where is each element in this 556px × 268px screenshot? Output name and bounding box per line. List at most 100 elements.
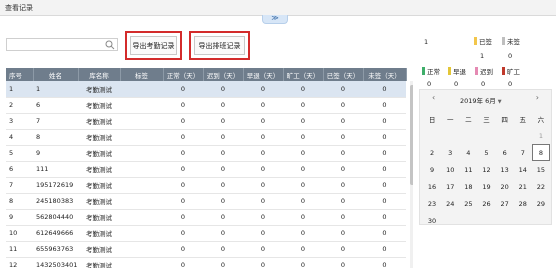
collapse-toggle[interactable]: ≫ bbox=[262, 15, 288, 24]
export-attendance-button-highlight: 导出考勤记录 bbox=[125, 31, 182, 60]
cell-name: 1432503401 bbox=[36, 261, 78, 268]
cell-name: 1 bbox=[36, 84, 41, 93]
attendance-table: 序号 姓名 库名称 标签 正常（天） 迟到（天） 早退（天） 旷工（天） 已签（天） 未签（天） … bbox=[6, 68, 413, 268]
table-row[interactable]: 10 612649666 考勤测试 0 0 0 0 0 0 bbox=[6, 225, 406, 241]
calendar-day[interactable]: 10 bbox=[441, 161, 459, 178]
calendar-day[interactable]: 27 bbox=[496, 195, 514, 212]
search-input[interactable] bbox=[7, 39, 103, 50]
cell-normal: 0 bbox=[180, 165, 186, 173]
cell-early: 0 bbox=[260, 181, 266, 189]
search-icon[interactable] bbox=[105, 40, 115, 50]
calendar-day[interactable]: 3 bbox=[441, 144, 459, 161]
cell-tag bbox=[120, 257, 163, 268]
column-header[interactable]: 正常（天） bbox=[163, 68, 204, 81]
cell-normal: 0 bbox=[180, 197, 186, 205]
column-header[interactable]: 姓名 bbox=[33, 68, 79, 81]
calendar-day-today[interactable]: 8 bbox=[531, 144, 550, 161]
cell-signed: 0 bbox=[340, 261, 346, 268]
weekday-label: 日 bbox=[428, 115, 436, 124]
cell-unsigned: 0 bbox=[382, 133, 387, 141]
table-row[interactable]: 4 8 考勤测试 0 0 0 0 0 0 bbox=[6, 129, 406, 145]
calendar-day[interactable]: 17 bbox=[441, 178, 459, 195]
calendar-day[interactable]: 11 bbox=[459, 161, 477, 178]
table-row[interactable]: 1 1 考勤测试 0 0 0 0 0 0 bbox=[6, 81, 406, 97]
cell-lib: 考勤测试 bbox=[86, 182, 112, 190]
calendar-day[interactable]: 9 bbox=[423, 161, 441, 178]
calendar-day[interactable]: 15 bbox=[532, 161, 550, 178]
calendar-day[interactable]: 28 bbox=[514, 195, 532, 212]
calendar-day[interactable]: 26 bbox=[477, 195, 495, 212]
calendar-title[interactable]: 2019年 6月 ▼ bbox=[460, 95, 502, 105]
cell-name: 111 bbox=[36, 165, 49, 173]
calendar-day[interactable]: 19 bbox=[477, 178, 495, 195]
calendar-day[interactable]: 16 bbox=[423, 178, 441, 195]
calendar-day[interactable]: 5 bbox=[477, 144, 495, 161]
column-header[interactable]: 旷工（天） bbox=[283, 68, 324, 81]
next-month-icon[interactable]: › bbox=[536, 93, 539, 102]
calendar-day[interactable]: 22 bbox=[532, 178, 550, 195]
table-row[interactable]: 2 6 考勤测试 0 0 0 0 0 0 bbox=[6, 97, 406, 113]
calendar-day[interactable]: 23 bbox=[423, 195, 441, 212]
legend-signed-value: 1 bbox=[480, 52, 485, 60]
cell-tag bbox=[120, 113, 163, 129]
legend-normal: 正常 bbox=[422, 66, 440, 76]
column-header[interactable]: 早退（天） bbox=[243, 68, 284, 81]
legend-absent-value: 0 bbox=[508, 80, 513, 88]
cell-unsigned: 0 bbox=[382, 84, 387, 93]
calendar-day[interactable]: 13 bbox=[496, 161, 514, 178]
column-header[interactable]: 标签 bbox=[120, 68, 164, 81]
cell-id: 6 bbox=[9, 165, 14, 173]
legend-early-label: 迟到 bbox=[480, 68, 493, 76]
calendar-day[interactable]: 1 bbox=[532, 127, 550, 144]
cell-late: 0 bbox=[220, 117, 226, 125]
cell-lib: 考勤测试 bbox=[86, 230, 112, 238]
cell-normal: 0 bbox=[180, 101, 186, 109]
calendar-day[interactable]: 12 bbox=[477, 161, 495, 178]
cell-absent: 0 bbox=[300, 133, 306, 141]
column-header[interactable]: 已签（天） bbox=[323, 68, 364, 81]
calendar-empty-cell bbox=[496, 127, 514, 144]
cell-signed: 0 bbox=[340, 149, 346, 157]
export-attendance-button[interactable]: 导出考勤记录 bbox=[130, 36, 177, 55]
table-scrollbar-thumb[interactable] bbox=[410, 85, 413, 185]
table-row[interactable]: 12 1432503401 考勤测试 0 0 0 0 0 0 bbox=[6, 257, 406, 268]
calendar: ‹ 2019年 6月 ▼ › 日一二三四五六 1 2 3 4 5 6 7 8 9 10 11 12 13 14… bbox=[419, 89, 552, 225]
calendar-day[interactable]: 20 bbox=[496, 178, 514, 195]
table-row[interactable]: 8 245180383 考勤测试 0 0 0 0 0 0 bbox=[6, 193, 406, 209]
cell-lib: 考勤测试 bbox=[86, 150, 112, 158]
table-row[interactable]: 6 111 考勤测试 0 0 0 0 0 0 bbox=[6, 161, 406, 177]
table-row[interactable]: 3 7 考勤测试 0 0 0 0 0 0 bbox=[6, 113, 406, 129]
calendar-day[interactable]: 21 bbox=[514, 178, 532, 195]
prev-month-icon[interactable]: ‹ bbox=[432, 93, 435, 102]
cell-unsigned: 0 bbox=[382, 197, 387, 205]
export-schedule-button[interactable]: 导出排班记录 bbox=[194, 36, 245, 55]
calendar-day[interactable]: 25 bbox=[459, 195, 477, 212]
table-row[interactable]: 9 562804440 考勤测试 0 0 0 0 0 0 bbox=[6, 209, 406, 225]
cell-lib: 考勤测试 bbox=[86, 118, 112, 126]
search-box[interactable] bbox=[6, 38, 118, 51]
calendar-day[interactable]: 7 bbox=[514, 144, 532, 161]
table-row[interactable]: 11 655963763 考勤测试 0 0 0 0 0 0 bbox=[6, 241, 406, 257]
calendar-day[interactable]: 24 bbox=[441, 195, 459, 212]
calendar-day[interactable]: 29 bbox=[532, 195, 550, 212]
calendar-day[interactable]: 4 bbox=[459, 144, 477, 161]
cell-signed: 0 bbox=[340, 245, 346, 253]
calendar-day[interactable]: 6 bbox=[496, 144, 514, 161]
table-scrollbar[interactable] bbox=[410, 81, 413, 268]
table-row[interactable]: 5 9 考勤测试 0 0 0 0 0 0 bbox=[6, 145, 406, 161]
column-header[interactable]: 库名称 bbox=[78, 68, 121, 81]
calendar-empty-cell bbox=[514, 127, 532, 144]
calendar-day[interactable]: 2 bbox=[423, 144, 441, 161]
cell-unsigned: 0 bbox=[382, 245, 387, 253]
column-header[interactable]: 迟到（天） bbox=[203, 68, 244, 81]
table-row[interactable]: 7 195172619 考勤测试 0 0 0 0 0 0 bbox=[6, 177, 406, 193]
cell-tag bbox=[120, 177, 163, 193]
unsigned-swatch bbox=[502, 37, 505, 45]
column-header[interactable]: 未签（天） bbox=[363, 68, 407, 81]
cell-late: 0 bbox=[220, 261, 226, 268]
column-header[interactable]: 序号 bbox=[6, 68, 34, 81]
calendar-day[interactable]: 18 bbox=[459, 178, 477, 195]
calendar-day[interactable]: 14 bbox=[514, 161, 532, 178]
cell-early: 0 bbox=[260, 229, 266, 237]
calendar-day[interactable]: 30 bbox=[423, 212, 441, 229]
